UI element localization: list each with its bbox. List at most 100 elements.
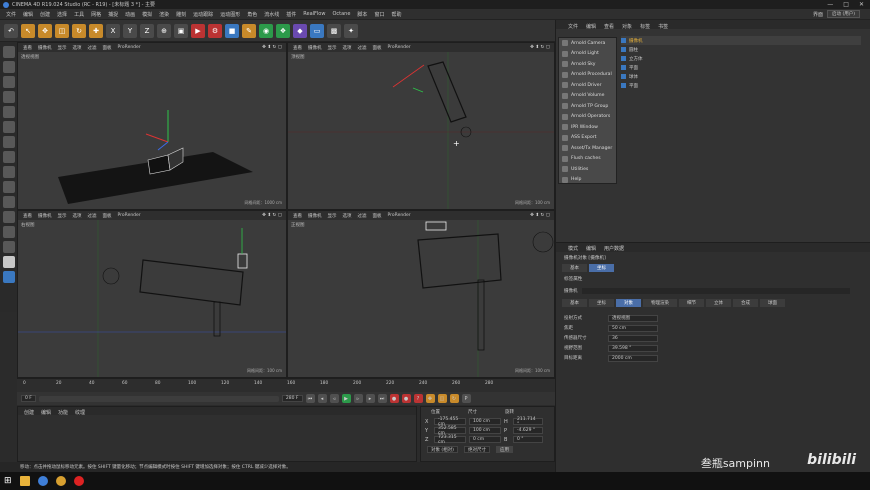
render-picture-icon[interactable]: ▶ <box>191 23 205 38</box>
menu-item[interactable]: 运动图形 <box>220 11 240 18</box>
sculpt-icon[interactable] <box>2 226 15 238</box>
viewport-nav-icons[interactable]: ✥ ⬍ ↻ ▢ <box>530 213 554 218</box>
arnold-menu-item[interactable]: ASS Export <box>559 133 616 144</box>
vp-menu-camera[interactable]: 摄像机 <box>308 213 322 219</box>
attr-base-tab[interactable]: 坐标 <box>589 299 614 307</box>
vp-menu-filter[interactable]: 过滤 <box>358 45 367 51</box>
viewport-top[interactable]: 查看 摄像机 显示 选项 过滤 面板 ProRender ✥ ⬍ ↻ ▢ 顶视图… <box>287 42 555 210</box>
camera-icon[interactable]: ▩ <box>327 23 341 38</box>
coord-value-field[interactable]: 0 ° <box>513 436 543 443</box>
vp-menu-prorender[interactable]: ProRender <box>118 45 141 50</box>
coord-mode-select[interactable]: 对象 (相对) <box>427 446 458 453</box>
cube-icon[interactable]: ■ <box>225 23 239 38</box>
vp-menu-view[interactable]: 查看 <box>293 213 302 219</box>
attr-menu-userdata[interactable]: 用户数据 <box>604 245 624 252</box>
light-icon[interactable]: ✦ <box>344 23 358 38</box>
menu-item[interactable]: 角色 <box>247 11 257 18</box>
menu-item[interactable]: 文件 <box>6 11 16 18</box>
vp-menu-prorender[interactable]: ProRender <box>118 213 141 218</box>
arnold-menu-item[interactable]: Asset/Tx Manager <box>559 143 616 154</box>
explorer-icon[interactable] <box>19 476 30 486</box>
start-icon[interactable]: ⊞ <box>4 476 12 486</box>
floor-icon[interactable]: ▭ <box>310 23 324 38</box>
next-frame-icon[interactable]: ▹ <box>353 394 363 403</box>
vp-menu-panel[interactable]: 面板 <box>103 213 112 219</box>
soft-select-icon[interactable] <box>2 211 15 223</box>
vp-menu-panel[interactable]: 面板 <box>373 213 382 219</box>
object-row[interactable]: 平面 <box>621 63 861 72</box>
end-frame-field[interactable]: 280 F <box>281 395 303 402</box>
attr-base-tab[interactable]: 对象 <box>616 299 641 307</box>
vp-menu-options[interactable]: 选项 <box>343 45 352 51</box>
coord-value-field[interactable]: 100 cm <box>469 427 501 434</box>
attr-tab-coord[interactable]: 坐标 <box>589 264 614 272</box>
axis-mode-icon[interactable] <box>2 151 15 163</box>
cinema4d-icon[interactable] <box>37 476 48 486</box>
arnold-icon[interactable] <box>2 256 15 268</box>
param-key-icon[interactable]: P <box>461 394 471 403</box>
obj-menu-file[interactable]: 文件 <box>568 23 578 30</box>
attr-base-tab[interactable]: 合成 <box>733 299 758 307</box>
grid-icon[interactable] <box>2 241 15 253</box>
vp-menu-camera[interactable]: 摄像机 <box>308 45 322 51</box>
workplane-icon[interactable] <box>2 91 15 103</box>
object-row[interactable]: 摄像机 <box>621 36 861 45</box>
menu-item[interactable]: RealFlow <box>303 11 325 17</box>
menu-item[interactable]: 网格 <box>91 11 101 18</box>
vp-menu-view[interactable]: 查看 <box>23 45 32 51</box>
vp-menu-filter[interactable]: 过滤 <box>88 213 97 219</box>
vp-menu-display[interactable]: 显示 <box>58 45 67 51</box>
vp-menu-prorender[interactable]: ProRender <box>388 213 411 218</box>
arnold-menu-item[interactable]: IPR Window <box>559 122 616 133</box>
viewport-perspective[interactable]: 查看 摄像机 显示 选项 过滤 面板 ProRender ✥ ⬍ ↻ ▢ 透视视… <box>17 42 287 210</box>
menu-item[interactable]: 创建 <box>40 11 50 18</box>
mat-menu-create[interactable]: 创建 <box>24 409 34 416</box>
vp-menu-view[interactable]: 查看 <box>293 45 302 51</box>
viewport-right[interactable]: 查看 摄像机 显示 选项 过滤 面板 ProRender ✥ ⬍ ↻ ▢ 右视图… <box>17 210 287 378</box>
subdivision-icon[interactable]: ◉ <box>259 23 273 38</box>
attr-base-tab[interactable]: 基本 <box>562 299 587 307</box>
coord-value-field[interactable]: 211.714 ° <box>513 417 543 427</box>
z-axis-icon[interactable]: Z <box>140 23 154 38</box>
prev-frame-icon[interactable]: ◃ <box>329 394 339 403</box>
vp-menu-view[interactable]: 查看 <box>23 213 32 219</box>
minimize-button[interactable]: — <box>827 1 833 8</box>
obj-menu-bookmarks[interactable]: 书签 <box>658 23 668 30</box>
recent-tool-icon[interactable]: ✚ <box>89 23 103 38</box>
attr-base-tab[interactable]: 细节 <box>679 299 704 307</box>
menu-item[interactable]: 工具 <box>74 11 84 18</box>
play-icon[interactable]: ▶ <box>341 394 351 403</box>
viewport-front[interactable]: 查看 摄像机 显示 选项 过滤 面板 ProRender ✥ ⬍ ↻ ▢ 正视图… <box>287 210 555 378</box>
maximize-button[interactable]: □ <box>843 1 849 8</box>
obj-menu-object[interactable]: 对象 <box>622 23 632 30</box>
vp-menu-display[interactable]: 显示 <box>328 213 337 219</box>
attr-base-tab[interactable]: 球面 <box>760 299 785 307</box>
arnold-menu-item[interactable]: Arnold Operators <box>559 112 616 123</box>
vp-menu-filter[interactable]: 过滤 <box>358 213 367 219</box>
menu-item[interactable]: 选择 <box>57 11 67 18</box>
attr-property-value[interactable]: 透视视图 <box>608 314 658 322</box>
mat-menu-function[interactable]: 功能 <box>58 409 68 416</box>
arnold-menu-item[interactable]: Arnold Light <box>559 49 616 60</box>
coord-value-field[interactable]: 352.585 cm <box>434 426 466 436</box>
apply-button[interactable]: 应用 <box>495 446 513 453</box>
keyframe-icon[interactable]: ? <box>413 394 423 403</box>
object-row[interactable]: 球体 <box>621 72 861 81</box>
edges-mode-icon[interactable] <box>2 121 15 133</box>
vp-menu-prorender[interactable]: ProRender <box>388 45 411 50</box>
menu-item[interactable]: 窗口 <box>374 11 384 18</box>
record-app-icon[interactable] <box>73 476 84 486</box>
select-icon[interactable]: ↖ <box>21 23 35 38</box>
position-key-icon[interactable]: ✥ <box>425 394 435 403</box>
timeline[interactable]: 0 20 40 60 80 100 120 140 160 180 200 220 240 260 280 <box>17 378 555 392</box>
menu-item[interactable]: 捕捉 <box>108 11 118 18</box>
coord-value-field[interactable]: 723.315 cm <box>434 435 466 445</box>
points-mode-icon[interactable] <box>2 106 15 118</box>
scale-key-icon[interactable]: ◫ <box>437 394 447 403</box>
polygons-mode-icon[interactable] <box>2 136 15 148</box>
menu-item[interactable]: 插件 <box>286 11 296 18</box>
snap-icon[interactable] <box>2 181 15 193</box>
start-frame-field[interactable]: 0 F <box>21 395 36 402</box>
rotate-key-icon[interactable]: ↻ <box>449 394 459 403</box>
vp-menu-options[interactable]: 选项 <box>73 213 82 219</box>
